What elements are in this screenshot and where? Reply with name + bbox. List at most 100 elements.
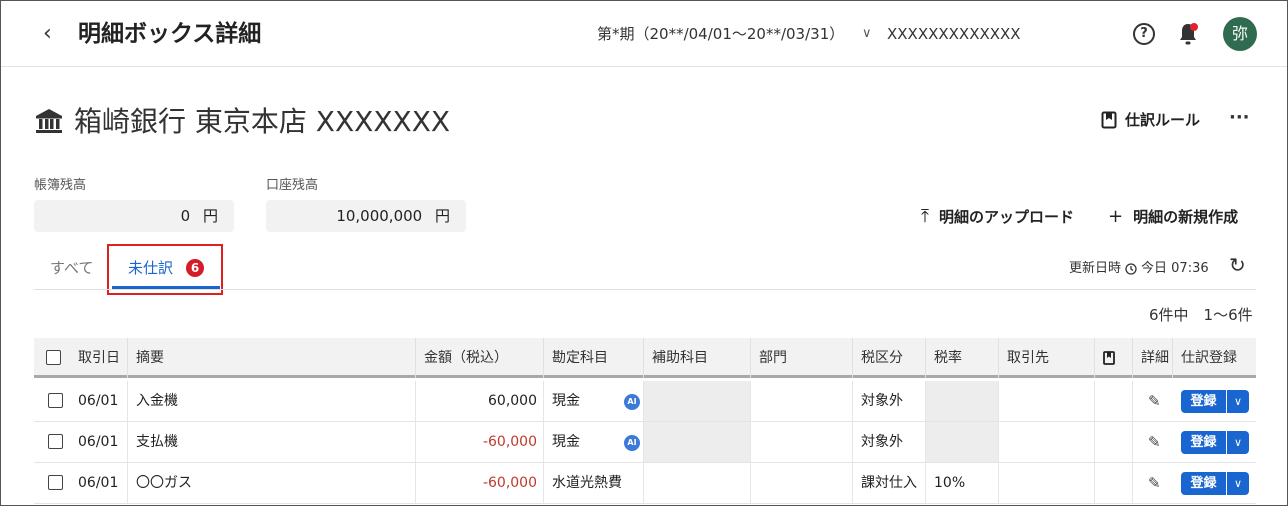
- page-title: 明細ボックス詳細: [78, 21, 262, 47]
- cell-amount[interactable]: -60,000: [416, 463, 544, 503]
- tab-divider: [34, 289, 1256, 290]
- column-header-tax-rate[interactable]: 税率: [926, 338, 999, 378]
- updated-label: 更新日時: [1069, 261, 1122, 276]
- plus-icon: +: [1108, 206, 1124, 227]
- cell-account[interactable]: 現金 AI: [544, 422, 644, 462]
- bookmark-icon: [1101, 111, 1117, 129]
- account-name: 現金: [552, 393, 580, 409]
- cell-description[interactable]: 支払機: [128, 422, 416, 462]
- register-button[interactable]: 登録: [1181, 472, 1226, 495]
- cell-sub-account[interactable]: [644, 463, 751, 503]
- cell-partner[interactable]: [999, 381, 1095, 421]
- cell-sub-account: [644, 381, 751, 421]
- column-header-tax-category[interactable]: 税区分: [853, 338, 926, 378]
- row-checkbox[interactable]: [48, 434, 63, 449]
- notification-dot: [1190, 23, 1198, 31]
- chevron-down-icon[interactable]: ∨: [1226, 472, 1249, 495]
- cell-department[interactable]: [751, 463, 853, 503]
- cell-account[interactable]: 現金 AI: [544, 381, 644, 421]
- cell-account[interactable]: 水道光熱費: [544, 463, 644, 503]
- cell-date: 06/01: [70, 422, 128, 462]
- tab-all[interactable]: すべて: [50, 257, 93, 279]
- bank-account-name: 箱崎銀行 東京本店 XXXXXXX: [74, 105, 451, 138]
- bookmark-icon: [1103, 351, 1115, 365]
- register-button[interactable]: 登録: [1181, 431, 1226, 454]
- column-header-description[interactable]: 摘要: [128, 338, 416, 378]
- row-checkbox[interactable]: [48, 475, 63, 490]
- cell-partner[interactable]: [999, 463, 1095, 503]
- upload-statement-button[interactable]: ⤒ 明細のアップロード: [921, 205, 1074, 229]
- help-icon[interactable]: ?: [1133, 23, 1155, 45]
- table-row: 06/01 〇〇ガス -60,000 水道光熱費 課対仕入 10% ✎ 登録 ∨: [34, 463, 1256, 504]
- updated-time: 更新日時 今日 07:36: [1069, 260, 1209, 278]
- cell-sub-account: [644, 422, 751, 462]
- book-balance-label: 帳簿残高: [34, 178, 87, 193]
- cell-department[interactable]: [751, 422, 853, 462]
- pencil-icon[interactable]: ✎: [1148, 391, 1161, 411]
- highlight-box: [107, 244, 223, 295]
- select-all-checkbox[interactable]: [46, 350, 61, 365]
- column-header-date[interactable]: 取引日: [70, 338, 128, 378]
- journal-rules-button[interactable]: 仕訳ルール: [1101, 109, 1200, 131]
- cell-tax-category[interactable]: 課対仕入: [853, 463, 926, 503]
- table-header: 取引日 摘要 金額（税込） 勘定科目 補助科目 部門 税区分 税率 取引先 詳細…: [34, 338, 1256, 378]
- new-statement-button[interactable]: + 明細の新規作成: [1108, 205, 1238, 229]
- bank-balance-value: 10,000,000 円: [266, 200, 466, 232]
- column-header-amount[interactable]: 金額（税込）: [416, 338, 544, 378]
- bank-balance-label: 口座残高: [266, 178, 319, 193]
- pencil-icon[interactable]: ✎: [1148, 432, 1161, 452]
- row-checkbox[interactable]: [48, 393, 63, 408]
- register-button[interactable]: 登録: [1181, 390, 1226, 413]
- register-split-button[interactable]: 登録 ∨: [1181, 390, 1249, 413]
- register-split-button[interactable]: 登録 ∨: [1181, 472, 1249, 495]
- cell-amount[interactable]: 60,000: [416, 381, 544, 421]
- cell-date: 06/01: [70, 463, 128, 503]
- register-split-button[interactable]: 登録 ∨: [1181, 431, 1249, 454]
- column-header-partner[interactable]: 取引先: [999, 338, 1095, 378]
- pencil-icon[interactable]: ✎: [1148, 473, 1161, 493]
- table-row: 06/01 入金機 60,000 現金 AI 対象外 ✎ 登録 ∨: [34, 381, 1256, 422]
- account-name: 水道光熱費: [552, 475, 622, 491]
- clock-icon: [1125, 263, 1137, 275]
- cell-memo: [1095, 381, 1133, 421]
- table-row: 06/01 支払機 -60,000 現金 AI 対象外 ✎ 登録 ∨: [34, 422, 1256, 463]
- avatar[interactable]: 弥: [1223, 17, 1257, 51]
- top-bar: ‹ 明細ボックス詳細 第*期（20**/04/01〜20**/03/31） ∨ …: [1, 1, 1287, 67]
- result-count: 6件中 1〜6件: [1149, 306, 1253, 324]
- book-balance-value: 0 円: [34, 200, 234, 232]
- column-header-memo: [1095, 338, 1133, 378]
- period-selector[interactable]: 第*期（20**/04/01〜20**/03/31）: [597, 24, 844, 44]
- column-header-account[interactable]: 勘定科目: [544, 338, 644, 378]
- refresh-icon[interactable]: ↻: [1229, 253, 1246, 277]
- currency-label: 円: [434, 207, 450, 225]
- cell-department[interactable]: [751, 381, 853, 421]
- upload-icon: ⤒: [921, 206, 929, 227]
- column-header-department[interactable]: 部門: [751, 338, 853, 378]
- column-header-sub-account[interactable]: 補助科目: [644, 338, 751, 378]
- back-chevron-icon[interactable]: ‹: [43, 21, 67, 47]
- cell-tax-rate: [926, 422, 999, 462]
- cell-tax-category[interactable]: 対象外: [853, 422, 926, 462]
- cell-tax-rate[interactable]: 10%: [926, 463, 999, 503]
- bank-balance-amount: 10,000,000: [336, 207, 423, 225]
- company-name[interactable]: XXXXXXXXXXXXX: [887, 24, 1021, 44]
- bank-icon: [36, 109, 62, 133]
- cell-description[interactable]: 〇〇ガス: [128, 463, 416, 503]
- more-menu-button[interactable]: ···: [1229, 107, 1250, 129]
- currency-label: 円: [202, 207, 218, 225]
- account-name: 現金: [552, 434, 580, 450]
- upload-statement-label: 明細のアップロード: [938, 208, 1074, 226]
- column-header-register: 仕訳登録: [1181, 350, 1237, 366]
- cell-amount[interactable]: -60,000: [416, 422, 544, 462]
- cell-partner[interactable]: [999, 422, 1095, 462]
- cell-tax-category[interactable]: 対象外: [853, 381, 926, 421]
- chevron-down-icon[interactable]: ∨: [1226, 431, 1249, 454]
- updated-value: 今日 07:36: [1141, 261, 1209, 276]
- app-window: ‹ 明細ボックス詳細 第*期（20**/04/01〜20**/03/31） ∨ …: [0, 0, 1288, 506]
- book-balance-amount: 0: [180, 207, 191, 225]
- new-statement-label: 明細の新規作成: [1133, 208, 1239, 226]
- chevron-down-icon[interactable]: ∨: [862, 24, 872, 44]
- chevron-down-icon[interactable]: ∨: [1226, 390, 1249, 413]
- cell-memo: [1095, 422, 1133, 462]
- cell-description[interactable]: 入金機: [128, 381, 416, 421]
